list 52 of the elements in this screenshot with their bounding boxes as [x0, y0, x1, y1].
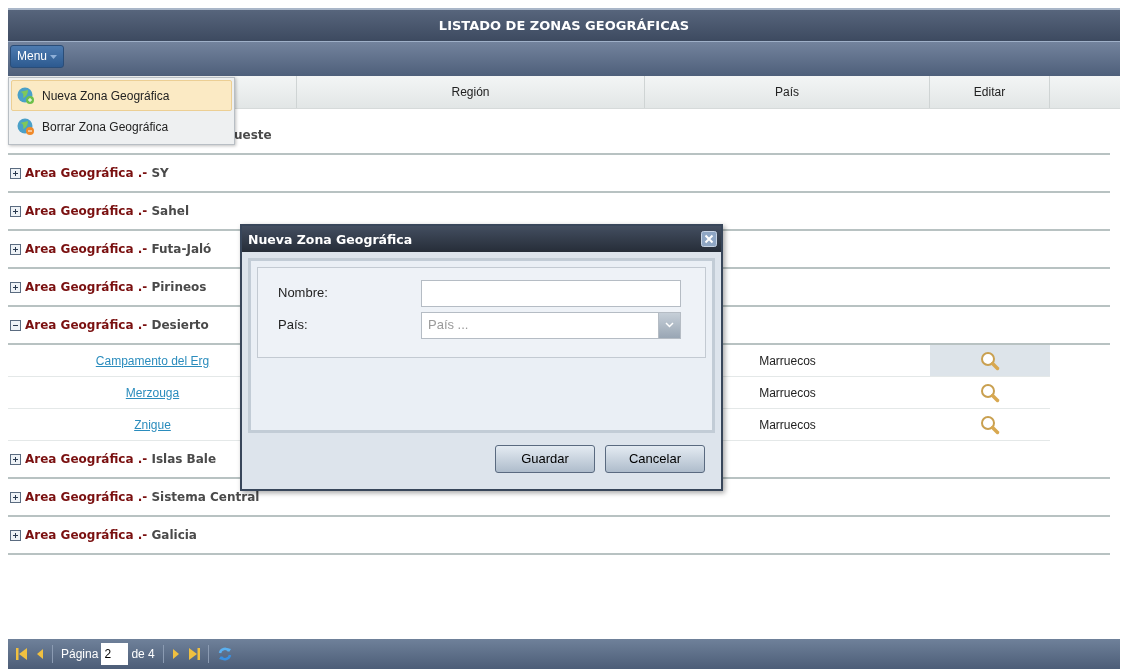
magnifier-icon[interactable]	[980, 382, 1000, 403]
zone-link[interactable]: Merzouga	[125, 383, 180, 402]
cancel-button[interactable]: Cancelar	[605, 445, 705, 473]
expand-icon[interactable]	[10, 167, 21, 179]
page-total: de 4	[131, 646, 155, 663]
menu-item[interactable]: Nueva Zona Geográfica	[11, 80, 232, 111]
country-text: Marruecos	[759, 416, 816, 434]
expand-icon[interactable]	[10, 243, 21, 255]
first-page-icon[interactable]	[16, 647, 28, 661]
save-button[interactable]: Guardar	[495, 445, 595, 473]
caret-icon	[50, 54, 58, 59]
zone-link[interactable]: Campamento del Erg	[95, 351, 210, 370]
field-label: País:	[278, 316, 309, 335]
page-input[interactable]: 2	[101, 643, 129, 665]
group-title: Area Geográfica .- Islas Bale	[25, 452, 217, 466]
input-field[interactable]	[421, 279, 681, 307]
column-header[interactable]: Editar	[930, 76, 1050, 108]
dialog-title: Nueva Zona Geográfica	[248, 231, 413, 247]
group-title: Area Geográfica .- SY	[25, 166, 169, 180]
last-page-icon[interactable]	[187, 647, 200, 661]
expand-icon[interactable]	[10, 205, 21, 217]
collapse-icon[interactable]	[10, 319, 21, 331]
globe-icon	[17, 118, 34, 135]
group-title: Area Geográfica .- Galicia	[25, 528, 197, 542]
dropdown-field[interactable]: País ...	[421, 311, 659, 339]
close-icon[interactable]	[701, 231, 717, 247]
group-title: Area Geográfica .- Futa-Jaló	[25, 242, 212, 256]
group-title: Area Geográfica .- Sistema Central	[25, 490, 260, 504]
country-text: Marruecos	[759, 352, 816, 370]
country-text: Marruecos	[759, 384, 816, 402]
expand-icon[interactable]	[10, 491, 21, 503]
group-title: Area Geográfica .- Pirineos	[25, 280, 207, 294]
previous-page-icon[interactable]	[36, 647, 44, 661]
column-header[interactable]: Región	[297, 76, 645, 108]
globe-icon	[17, 87, 34, 104]
menu-button[interactable]: Menu	[10, 45, 65, 68]
magnifier-icon[interactable]	[980, 414, 1000, 435]
group-title: Area Geográfica .- Desierto	[25, 318, 209, 332]
expand-icon[interactable]	[10, 529, 21, 541]
column-header[interactable]: País	[645, 76, 930, 108]
field-label: Nombre:	[278, 284, 329, 303]
expand-icon[interactable]	[10, 281, 21, 293]
refresh-icon[interactable]	[216, 646, 233, 662]
expand-icon[interactable]	[10, 453, 21, 465]
group-title: Area Geográfica .- Sahel	[25, 204, 189, 218]
menu-item[interactable]: Borrar Zona Geográfica	[11, 111, 232, 142]
page-title: LISTADO DE ZONAS GEOGRÁFICAS	[438, 18, 690, 33]
magnifier-icon[interactable]	[980, 350, 1000, 371]
group-title: ueste	[234, 128, 272, 142]
zone-link[interactable]: Znigue	[134, 415, 171, 434]
next-page-icon[interactable]	[171, 647, 180, 661]
page-label: Página	[61, 646, 99, 663]
